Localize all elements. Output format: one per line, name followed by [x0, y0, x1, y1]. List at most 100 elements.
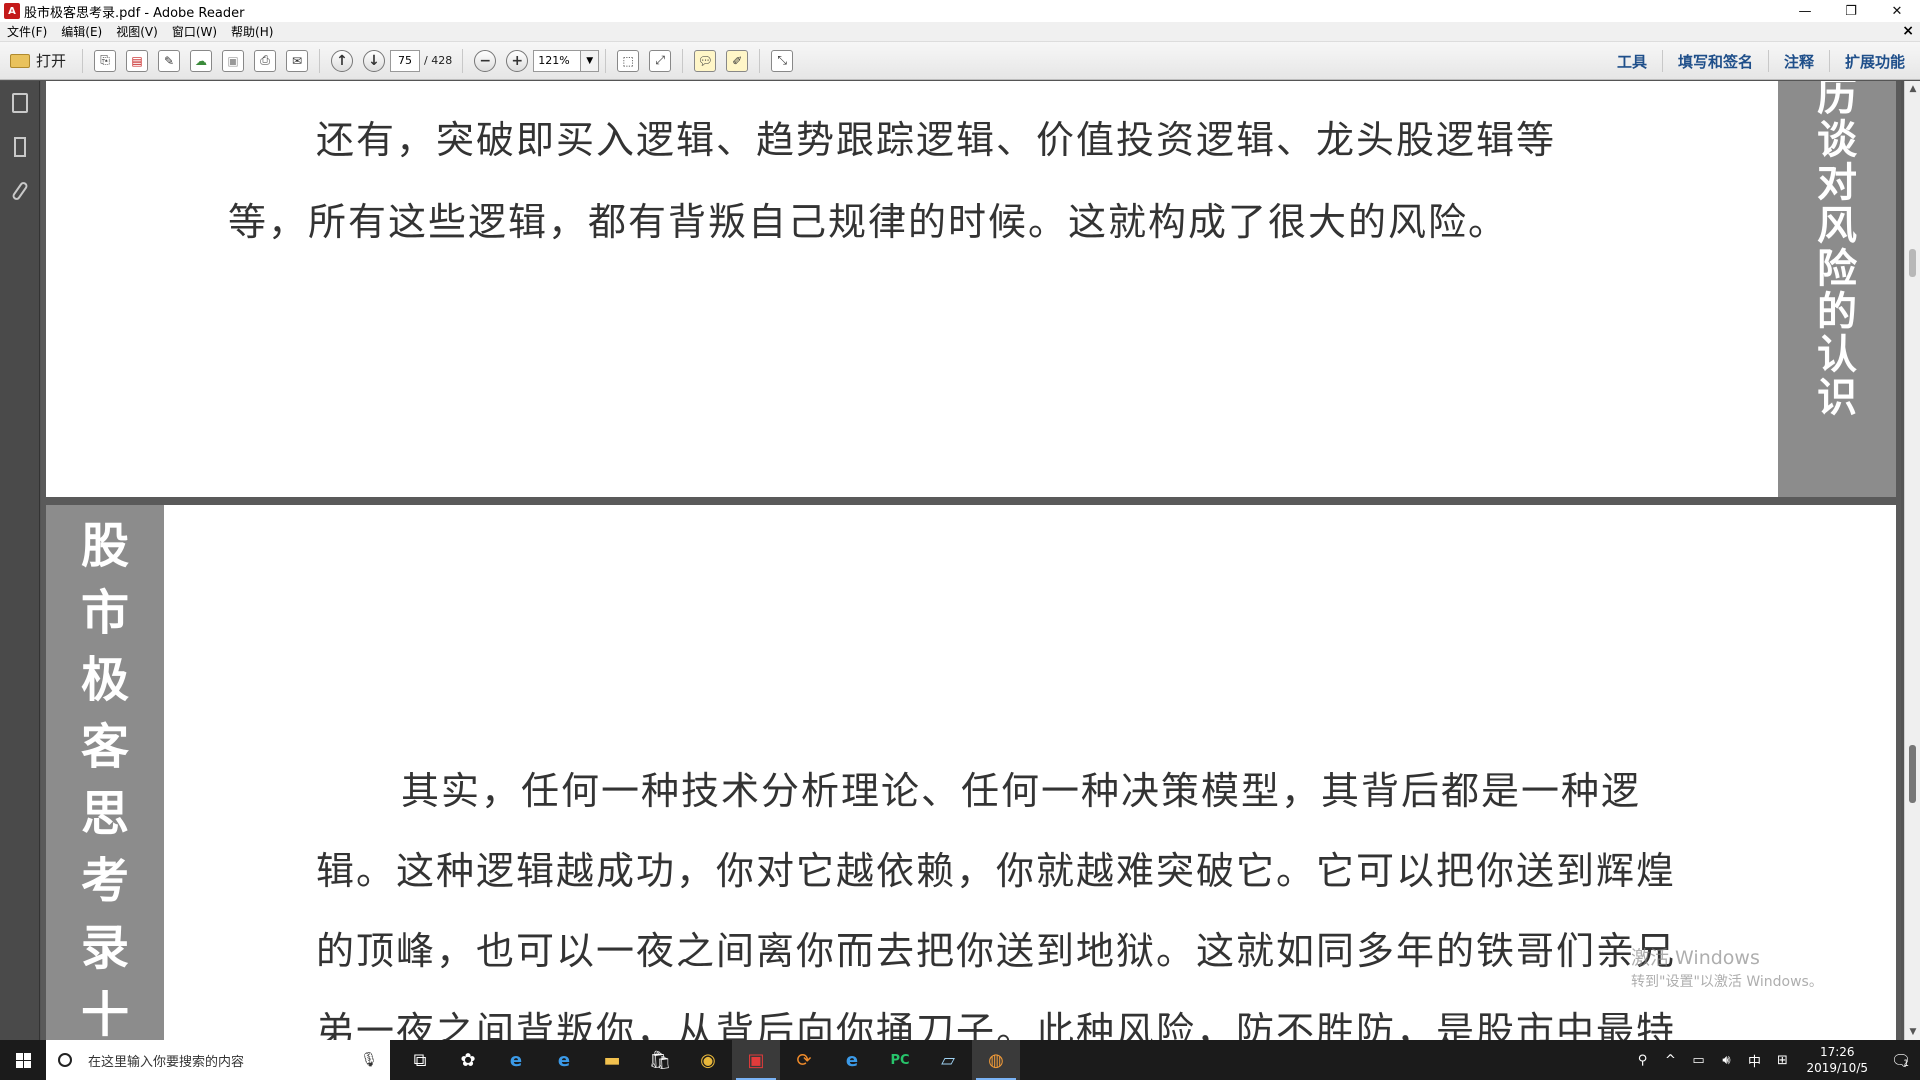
tab-tools[interactable]: 工具 — [1602, 50, 1662, 72]
vertical-scrollbar[interactable]: ▲ ▼ — [1904, 81, 1920, 1040]
tab-comment[interactable]: 注释 — [1767, 50, 1829, 72]
text-line: 的顶峰，也可以一夜之间离你而去把你送到地狱。这就如同多年的铁哥们亲兄 — [316, 929, 1677, 973]
navigation-pane — [0, 81, 40, 1040]
envelope-icon: ✉ — [286, 49, 309, 72]
orange-app-icon[interactable]: ◍ — [972, 1040, 1020, 1080]
task-view-icon[interactable]: ⧉ — [396, 1040, 444, 1080]
bookmarks-button[interactable] — [0, 125, 40, 169]
book-side-title: 股市极客思考录十 — [80, 518, 129, 1040]
microphone-icon[interactable]: 🎙︎ — [360, 1052, 378, 1068]
tab-fill-sign[interactable]: 填写和签名 — [1661, 50, 1768, 72]
adobe-reader-taskbar-icon[interactable]: ▣ — [732, 1040, 780, 1080]
arrow-down-icon: ↓ — [363, 49, 386, 72]
scroll-up-arrow-icon[interactable]: ▲ — [1905, 81, 1920, 97]
previous-page-button[interactable]: ↑ — [328, 47, 356, 75]
menu-bar: 文件(F) 编辑(E) 视图(V) 窗口(W) 帮助(H) × — [0, 22, 1920, 42]
full-screen-button[interactable]: ⤡ — [768, 47, 796, 75]
chrome-icon[interactable]: ◉ — [684, 1040, 732, 1080]
fit-page-button[interactable]: ⬚ — [614, 47, 642, 75]
edit-pdf-button[interactable]: ✎ — [155, 47, 183, 75]
toolbar-separator — [319, 48, 321, 73]
toolbar-separator — [759, 48, 761, 73]
scroll-down-arrow-icon[interactable]: ▼ — [1905, 1024, 1920, 1040]
notepad-icon[interactable]: ▱ — [924, 1040, 972, 1080]
notification-center-button[interactable]: 🗨︎ 1 — [1880, 1040, 1920, 1080]
people-icon[interactable]: ⚲ — [1630, 1053, 1654, 1068]
system-tray: ⚲ ^ ▭ 🔊︎ 中 ⊞ 17:26 2019/10/5 🗨︎ 1 — [1628, 1040, 1920, 1080]
tab-extended[interactable]: 扩展功能 — [1828, 50, 1920, 72]
taskbar-search-box[interactable]: 在这里输入你要搜索的内容 🎙︎ — [46, 1040, 390, 1080]
scroll-thumb-small[interactable] — [1909, 249, 1916, 277]
close-document-button[interactable]: × — [1902, 23, 1914, 39]
file-explorer-icon[interactable]: ▬ — [588, 1040, 636, 1080]
chevron-up-icon[interactable]: ^ — [1658, 1053, 1682, 1068]
toolbar-separator — [605, 48, 607, 73]
minimize-button[interactable]: — — [1782, 0, 1828, 22]
clock-date: 2019/10/5 — [1806, 1061, 1868, 1075]
scroll-thumb[interactable] — [1909, 745, 1916, 803]
text-line: 辑。这种逻辑越成功，你对它越依赖，你就越难突破它。它可以把你送到辉煌 — [316, 849, 1677, 893]
create-pdf-button[interactable]: ⎘ — [91, 47, 119, 75]
save-button[interactable]: ▣ — [219, 47, 247, 75]
activation-watermark-subtitle: 转到"设置"以激活 Windows。 — [1631, 974, 1823, 990]
pages-icon — [12, 93, 28, 113]
page-number-input[interactable]: 75 — [390, 49, 421, 72]
ie-browser-icon[interactable]: e — [492, 1040, 540, 1080]
upload-button[interactable]: ☁ — [187, 47, 215, 75]
menu-file[interactable]: 文件(F) — [0, 23, 54, 40]
volume-icon[interactable]: 🔊︎ — [1714, 1053, 1738, 1068]
close-button[interactable]: ✕ — [1874, 0, 1920, 22]
fit-width-button[interactable]: ⤢ — [646, 47, 674, 75]
notification-count: 1 — [1903, 1059, 1910, 1069]
windows-taskbar: 在这里输入你要搜索的内容 🎙︎ ⧉ ✿ e e ▬ 🛍︎ ◉ ▣ ⟳ e PC … — [0, 1040, 1920, 1080]
chapter-side-title: 历谈对风险的认识 — [1817, 81, 1857, 421]
bookmark-icon — [14, 137, 26, 157]
menu-edit[interactable]: 编辑(E) — [54, 23, 109, 40]
book-side-band: 股市极客思考录十 — [46, 505, 164, 1040]
edit-icon: ✎ — [158, 49, 181, 72]
print-button[interactable]: ⎙ — [251, 47, 279, 75]
restore-button[interactable]: ❐ — [1828, 0, 1874, 22]
highlighter-icon: ✐ — [726, 49, 749, 72]
app-swirl-icon[interactable]: ✿ — [444, 1040, 492, 1080]
menu-window[interactable]: 窗口(W) — [165, 23, 224, 40]
open-button[interactable]: 打开 — [2, 47, 74, 75]
zoom-in-button[interactable]: + — [503, 47, 531, 75]
keyboard-layout-icon[interactable]: ⊞ — [1770, 1053, 1794, 1068]
next-page-button[interactable]: ↓ — [360, 47, 388, 75]
document-view[interactable]: 还有，突破即买入逻辑、趋势跟踪逻辑、价值投资逻辑、龙头股逻辑等 等，所有这些逻辑… — [41, 81, 1901, 1040]
open-label: 打开 — [36, 52, 67, 70]
store-icon[interactable]: 🛍︎ — [636, 1040, 684, 1080]
attachments-button[interactable] — [0, 169, 40, 213]
window-title: 股市极客思考录.pdf - Adobe Reader — [24, 5, 245, 21]
highlight-button[interactable]: ✐ — [723, 47, 751, 75]
ie-taskbar-icon[interactable]: e — [828, 1040, 876, 1080]
jupyter-icon[interactable]: ⟳ — [780, 1040, 828, 1080]
toolbar: 打开 ⎘ ▤ ✎ ☁ ▣ ⎙ ✉ ↑ ↓ 75 / 428 − + 121% ▼… — [0, 42, 1920, 80]
folder-icon — [10, 53, 30, 68]
windows-logo-icon — [15, 1052, 31, 1068]
menu-view[interactable]: 视图(V) — [109, 23, 165, 40]
menu-help[interactable]: 帮助(H) — [224, 23, 280, 40]
zoom-out-button[interactable]: − — [471, 47, 499, 75]
ime-indicator[interactable]: 中 — [1742, 1051, 1766, 1070]
page-total: / 428 — [424, 54, 453, 67]
start-button[interactable] — [0, 1040, 46, 1080]
chapter-side-band: 历谈对风险的认识 — [1778, 81, 1896, 497]
text-line: 等，所有这些逻辑，都有背叛自己规律的时候。这就构成了很大的风险。 — [228, 200, 1509, 244]
clock[interactable]: 17:26 2019/10/5 — [1806, 1044, 1868, 1076]
toolbar-right-panel: 工具 填写和签名 注释 扩展功能 — [1602, 42, 1920, 80]
email-button[interactable]: ✉ — [283, 47, 311, 75]
toolbar-separator — [682, 48, 684, 73]
zoom-level-input[interactable]: 121% — [533, 49, 582, 72]
zoom-dropdown-button[interactable]: ▼ — [581, 49, 600, 72]
text-line: 其实，任何一种技术分析理论、任何一种决策模型，其背后都是一种逻 — [401, 769, 1642, 813]
arrow-up-icon: ↑ — [331, 49, 354, 72]
page-thumbnails-button[interactable] — [0, 81, 40, 125]
comment-button[interactable]: 💬︎ — [691, 47, 719, 75]
network-icon[interactable]: ▭ — [1686, 1053, 1710, 1068]
export-pdf-button[interactable]: ▤ — [123, 47, 151, 75]
edge-browser-icon[interactable]: e — [540, 1040, 588, 1080]
pycharm-icon[interactable]: PC — [876, 1040, 924, 1080]
toolbar-separator — [462, 48, 464, 73]
